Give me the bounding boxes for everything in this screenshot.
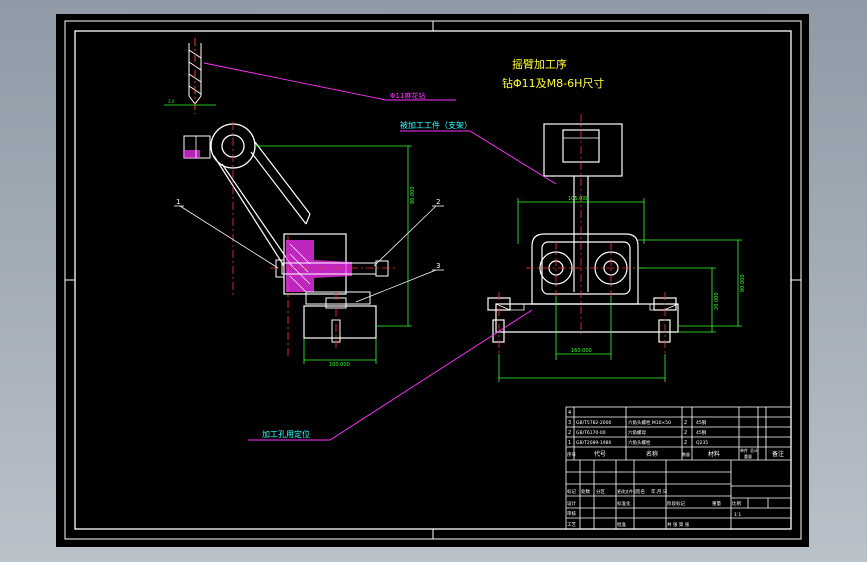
svg-text:Q235: Q235 [696,440,708,446]
frame-center-marks [65,21,801,539]
svg-text:45钢: 45钢 [696,419,707,426]
svg-text:六角头螺栓 M10×50: 六角头螺栓 M10×50 [628,419,671,426]
svg-text:比例: 比例 [732,500,741,507]
workpiece-label: 被加工工件（支架） [400,120,472,130]
svg-text:重量: 重量 [712,500,721,507]
svg-text:1:1: 1:1 [734,512,741,518]
svg-text:审核: 审核 [567,510,576,517]
cad-drawing: 摇臂加工序 钻Φ11及M8-6H尺寸 3.0 86.000 100.000 1 … [64,20,802,540]
left-view: 3.0 86.000 100.000 1 2 3 [164,38,444,368]
svg-text:标记: 标记 [567,488,576,495]
part-label-2: 2 [436,198,440,206]
svg-text:2: 2 [568,430,571,436]
left-clamp-section [286,240,352,292]
small-top-dim-text: 3.0 [168,99,175,104]
svg-text:名称: 名称 [646,450,658,458]
right-base [495,303,679,333]
svg-text:年.月.日: 年.月.日 [651,488,667,495]
svg-text:六角头螺栓: 六角头螺栓 [628,439,651,446]
svg-text:阶段标记: 阶段标记 [667,500,685,507]
svg-text:共 张 第 张: 共 张 第 张 [667,521,690,528]
title-line2: 钻Φ11及M8-6H尺寸 [502,76,604,90]
cad-viewport[interactable]: 摇臂加工序 钻Φ11及M8-6H尺寸 3.0 86.000 100.000 1 … [56,14,809,547]
svg-text:总计: 总计 [750,447,758,453]
title-line1: 摇臂加工序 [512,57,567,71]
svg-text:更改文件号: 更改文件号 [617,488,637,494]
parts-list-rows: 4 3 GB/T5782-2000 六角头螺栓 M10×50 2 45钢 2 G… [568,410,708,446]
svg-text:处数: 处数 [581,488,590,495]
svg-text:1: 1 [568,440,571,446]
svg-text:材料: 材料 [708,450,720,458]
drill-label: Φ11麻花钻 [390,91,425,100]
svg-text:GB/T6170-00: GB/T6170-00 [576,430,606,436]
right-bottom-dim: 160.000 [571,348,592,354]
svg-text:GB/T5782-2000: GB/T5782-2000 [576,420,612,426]
outer-frame [64,20,802,540]
svg-text:4: 4 [568,410,571,416]
right-view [487,123,679,343]
svg-text:六角螺母: 六角螺母 [628,429,646,436]
arm-clamp-section [184,150,200,158]
left-vertical-dim: 86.000 [410,187,416,205]
svg-text:2: 2 [684,420,687,426]
parts-list-header: 序号 代号 名称 数量 材料 单件 总计 重量 备注 [567,447,784,459]
svg-text:代号: 代号 [594,450,606,458]
svg-text:工艺: 工艺 [567,522,576,528]
right-top-dim: 105.000 [568,196,589,202]
leader-lines [203,62,557,441]
svg-text:数量: 数量 [682,451,690,457]
part-label-3: 3 [436,262,440,270]
svg-text:设计: 设计 [567,500,576,507]
svg-text:GB/T2089-1980: GB/T2089-1980 [576,440,612,446]
svg-text:2: 2 [684,440,687,446]
svg-text:单件: 单件 [740,447,748,453]
svg-text:批准: 批准 [617,521,626,528]
svg-text:3: 3 [568,420,571,426]
left-bottom-dim: 100.000 [329,362,350,368]
svg-text:重量: 重量 [744,453,752,459]
part-label-1: 1 [176,198,180,206]
svg-text:分区: 分区 [596,488,605,495]
svg-text:备注: 备注 [772,450,784,458]
left-dims [256,145,412,364]
right-dims [498,198,742,382]
right-mid-dim: 20.000 [714,293,720,311]
right-top-block [543,123,623,177]
svg-text:序号: 序号 [567,451,576,458]
svg-text:签名: 签名 [636,488,645,495]
svg-text:标准化: 标准化 [617,500,631,507]
right-vertical-dim: 80.000 [740,275,746,293]
left-nut [375,260,389,277]
svg-text:45钢: 45钢 [696,429,707,436]
locating-label: 加工孔用定位 [262,429,310,439]
svg-text:2: 2 [684,430,687,436]
